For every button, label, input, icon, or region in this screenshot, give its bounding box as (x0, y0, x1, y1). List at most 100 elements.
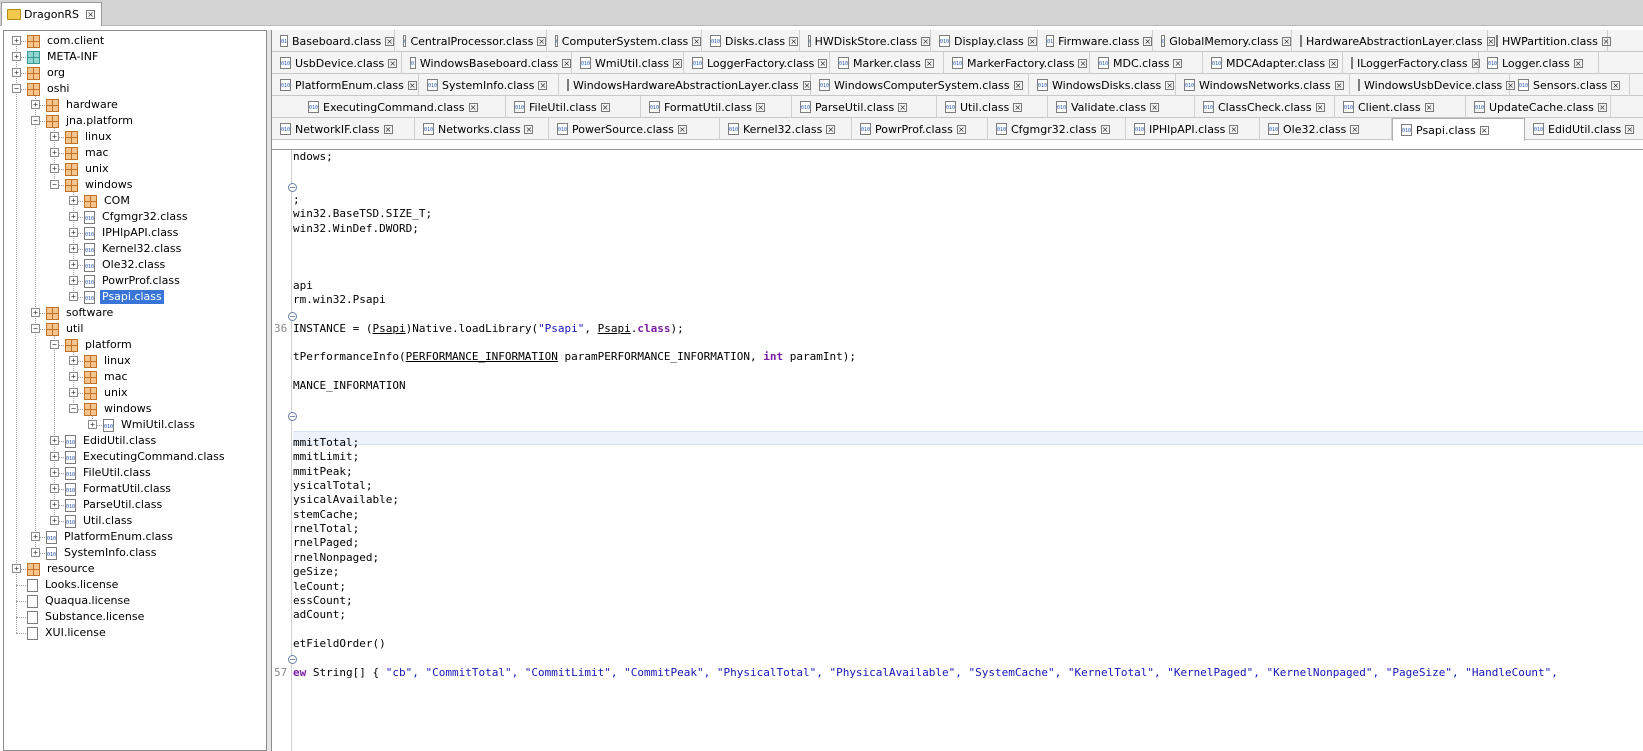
expand-icon[interactable]: + (69, 196, 78, 205)
expand-icon[interactable]: + (50, 500, 59, 509)
expand-icon[interactable]: + (31, 308, 40, 317)
editor-tab[interactable]: 010 Validate.class × (1048, 96, 1195, 118)
tree-item[interactable]: util (46, 321, 85, 337)
expand-icon[interactable]: + (69, 292, 78, 301)
collapse-icon[interactable]: − (50, 180, 59, 189)
tree-item[interactable]: 010 SystemInfo.class (46, 545, 158, 561)
editor-tab[interactable]: 010CentralProcessor.class× (395, 30, 547, 52)
expand-icon[interactable]: + (50, 436, 59, 445)
expand-icon[interactable]: + (12, 36, 21, 45)
expand-icon[interactable]: + (50, 148, 59, 157)
collapse-icon[interactable]: − (69, 404, 78, 413)
tree-item[interactable]: 010 Cfgmgr32.class (84, 209, 190, 225)
editor-tab[interactable]: 010 PowerSource.class × (549, 118, 720, 140)
close-icon[interactable]: × (1350, 124, 1360, 134)
editor-tab[interactable]: 010 MDC.class × (1090, 52, 1203, 74)
expand-icon[interactable]: + (50, 452, 59, 461)
editor-tab[interactable]: 010Firmware.class× (1038, 30, 1153, 52)
close-icon[interactable]: × (1315, 102, 1325, 112)
editor-tab[interactable]: 010 EdidUtil.class × (1525, 118, 1643, 140)
tree-item[interactable]: unix (84, 385, 130, 401)
editor-tab[interactable]: 010GlobalMemory.class× (1153, 30, 1292, 52)
tree-item[interactable]: Looks.license (27, 577, 120, 593)
tree-item[interactable]: mac (65, 145, 111, 161)
tree-item[interactable]: 010 PowrProf.class (84, 273, 182, 289)
expand-icon[interactable]: + (69, 372, 78, 381)
expand-icon[interactable]: + (31, 548, 40, 557)
fold-icon[interactable]: − (288, 183, 297, 192)
fold-icon[interactable]: − (288, 655, 297, 664)
expand-icon[interactable]: + (69, 260, 78, 269)
code-link-psapi[interactable]: Psapi (372, 322, 405, 335)
tree-item[interactable]: 010 FileUtil.class (65, 465, 153, 481)
editor-tab[interactable]: 010ILoggerFactory.class× (1343, 52, 1481, 74)
close-icon[interactable]: × (1143, 36, 1152, 46)
close-icon[interactable]: × (898, 102, 908, 112)
expand-icon[interactable]: + (50, 164, 59, 173)
tree-item[interactable]: META-INF (27, 49, 100, 65)
expand-icon[interactable]: + (50, 468, 59, 477)
tree-item[interactable]: Substance.license (27, 609, 146, 625)
tree-item[interactable]: hardware (46, 97, 120, 113)
editor-tab[interactable]: 010HWDiskStore.class× (800, 30, 931, 52)
close-icon[interactable]: × (1078, 58, 1088, 68)
expand-icon[interactable]: + (50, 132, 59, 141)
tree-item[interactable]: com.client (27, 33, 106, 49)
close-icon[interactable]: × (1573, 58, 1583, 68)
tree-item[interactable]: 010 ParseUtil.class (65, 497, 164, 513)
expand-icon[interactable]: + (69, 388, 78, 397)
tree-item[interactable]: 010 Psapi.class (84, 289, 164, 305)
editor-tab[interactable]: 010 Kernel32.class × (720, 118, 852, 140)
close-icon[interactable]: × (407, 80, 417, 90)
editor-tab[interactable]: 010 PowrProf.class × (852, 118, 988, 140)
editor-tab[interactable]: 010 WindowsNetworks.class × (1176, 74, 1350, 96)
code-link-psapi[interactable]: Psapi (598, 322, 631, 335)
tree-item[interactable]: unix (65, 161, 111, 177)
close-icon[interactable]: × (600, 102, 610, 112)
editor-tab[interactable]: 010 LoggerFactory.class × (684, 52, 830, 74)
expand-icon[interactable]: + (50, 516, 59, 525)
editor-tab[interactable]: 010 FormatUtil.class × (641, 96, 792, 118)
editor-tab[interactable]: 010 Ole32.class × (1260, 118, 1392, 140)
tree-item[interactable]: oshi (27, 81, 72, 97)
close-icon[interactable]: × (1424, 102, 1434, 112)
editor-tab[interactable]: 010 IPHlpAPI.class × (1126, 118, 1260, 140)
tree-item[interactable]: 010 ExecutingCommand.class (65, 449, 227, 465)
tree-item[interactable]: platform (65, 337, 134, 353)
close-icon[interactable]: × (1625, 124, 1635, 134)
expand-icon[interactable]: + (69, 244, 78, 253)
project-tree[interactable]: + com.client + META-INF + org − oshi + hardware − j… (3, 30, 267, 751)
expand-icon[interactable]: + (12, 52, 21, 61)
collapse-icon[interactable]: − (31, 324, 40, 333)
fold-icon[interactable]: − (288, 412, 297, 421)
editor-tab[interactable]: 010 ExecutingCommand.class × (300, 96, 506, 118)
editor-tab[interactable]: 010 WindowsComputerSystem.class × (811, 74, 1029, 96)
close-icon[interactable]: × (1150, 102, 1160, 112)
code-editor[interactable]: − − − − 36 57 ndows; ; win32.BaseTSD.SIZ… (272, 149, 1643, 751)
tree-item[interactable]: 010 IPHlpAPI.class (84, 225, 180, 241)
close-icon[interactable]: × (537, 36, 546, 46)
tree-item[interactable]: windows (65, 177, 134, 193)
tree-item[interactable]: 010 WmiUtil.class (103, 417, 197, 433)
editor-tab[interactable]: 010 SystemInfo.class × (419, 74, 559, 96)
close-icon[interactable]: × (1329, 58, 1339, 68)
close-icon[interactable]: × (524, 124, 534, 134)
editor-tab[interactable]: 010 MarkerFactory.class × (944, 52, 1090, 74)
editor-tab[interactable]: 010 Psapi.class × (1392, 118, 1525, 141)
close-icon[interactable]: × (789, 36, 799, 46)
tree-item[interactable]: jna.platform (46, 113, 135, 129)
close-icon[interactable]: × (677, 124, 687, 134)
editor-tab[interactable]: 010 ClassCheck.class × (1195, 96, 1335, 118)
editor-tab[interactable]: 010 Networks.class × (415, 118, 549, 140)
collapse-icon[interactable]: − (50, 340, 59, 349)
close-icon[interactable]: × (1100, 124, 1110, 134)
close-icon[interactable]: × (468, 102, 478, 112)
close-icon[interactable]: × (1013, 102, 1023, 112)
tree-item[interactable]: org (27, 65, 67, 81)
editor-tab[interactable]: 010 NetworkIF.class × (272, 118, 415, 140)
close-icon[interactable]: × (921, 36, 930, 46)
tree-item[interactable]: 010 PlatformEnum.class (46, 529, 175, 545)
editor-tab[interactable]: 010WindowsBaseboard.class× (402, 52, 572, 74)
close-icon[interactable]: × (1611, 80, 1621, 90)
expand-icon[interactable]: + (12, 68, 21, 77)
